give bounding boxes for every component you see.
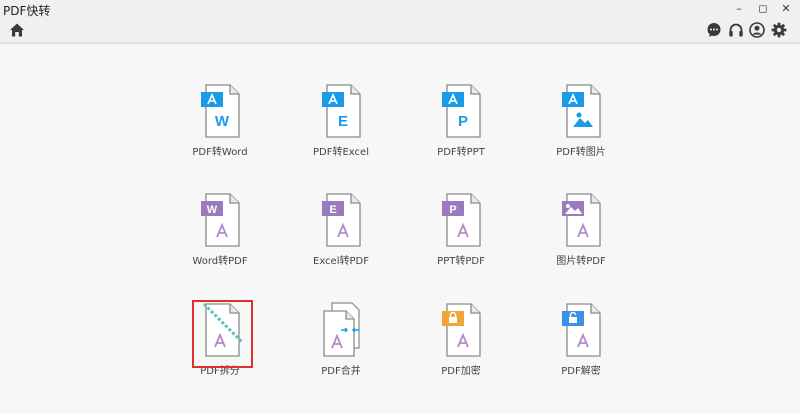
tile-label: PPT转PDF [437,256,485,267]
tile-pdf-decrypt[interactable]: PDF解密 [524,302,634,402]
tile-image-to-pdf[interactable]: 图片转PDF [524,192,634,292]
maximize-button[interactable]: ◻ [755,1,771,17]
pdf-merge-icon [323,302,360,357]
selection-highlight [192,300,253,368]
tile-pdf-to-image[interactable]: PDF转图片 [524,83,634,183]
svg-text:E: E [329,204,336,216]
gear-icon[interactable] [771,22,787,38]
svg-text:W: W [215,113,230,130]
word-to-pdf-icon: W [201,193,240,247]
tile-label: PDF转图片 [556,147,606,158]
tile-pdf-merge[interactable]: PDF合并 [284,302,394,402]
tile-label: PDF加密 [441,366,481,377]
tile-pdf-to-ppt[interactable]: P PDF转PPT [404,83,514,183]
pdf-to-image-icon [562,84,601,138]
tile-excel-to-pdf[interactable]: E Excel转PDF [284,192,394,292]
tile-label: PDF解密 [561,366,601,377]
app-title: PDF快转 [3,4,51,18]
minimize-button[interactable]: – [731,1,747,17]
pdf-to-excel-icon: E [322,84,361,138]
tile-label: Excel转PDF [313,256,369,267]
toolbar [0,19,800,42]
title-bar: PDF快转 – ◻ ✕ [0,0,800,19]
tile-pdf-to-word[interactable]: W PDF转Word [163,83,273,183]
tile-label: PDF转Excel [313,147,369,158]
pdf-to-word-icon: W [201,84,240,138]
home-icon[interactable] [9,22,25,38]
pdf-decrypt-icon [562,303,601,357]
tile-label: PDF转Word [192,147,248,158]
svg-text:P: P [458,113,468,130]
svg-text:P: P [449,204,456,216]
excel-to-pdf-icon: E [322,193,361,247]
tile-pdf-to-excel[interactable]: E PDF转Excel [284,83,394,183]
tile-ppt-to-pdf[interactable]: P PPT转PDF [404,192,514,292]
tile-label: 图片转PDF [556,256,606,267]
pdf-to-ppt-icon: P [442,84,481,138]
pdf-encrypt-icon [442,303,481,357]
tile-label: PDF合并 [321,366,361,377]
headset-icon[interactable] [728,22,744,38]
tile-pdf-encrypt[interactable]: PDF加密 [404,302,514,402]
svg-text:W: W [207,204,218,216]
ppt-to-pdf-icon: P [442,193,481,247]
tile-label: PDF转PPT [437,147,485,158]
tile-label: Word转PDF [192,256,248,267]
image-to-pdf-icon [562,193,601,247]
tile-word-to-pdf[interactable]: W Word转PDF [163,192,273,292]
svg-text:E: E [338,113,348,130]
user-icon[interactable] [749,22,765,38]
tool-grid [0,44,800,413]
chat-icon[interactable] [706,22,722,38]
close-button[interactable]: ✕ [778,1,794,17]
